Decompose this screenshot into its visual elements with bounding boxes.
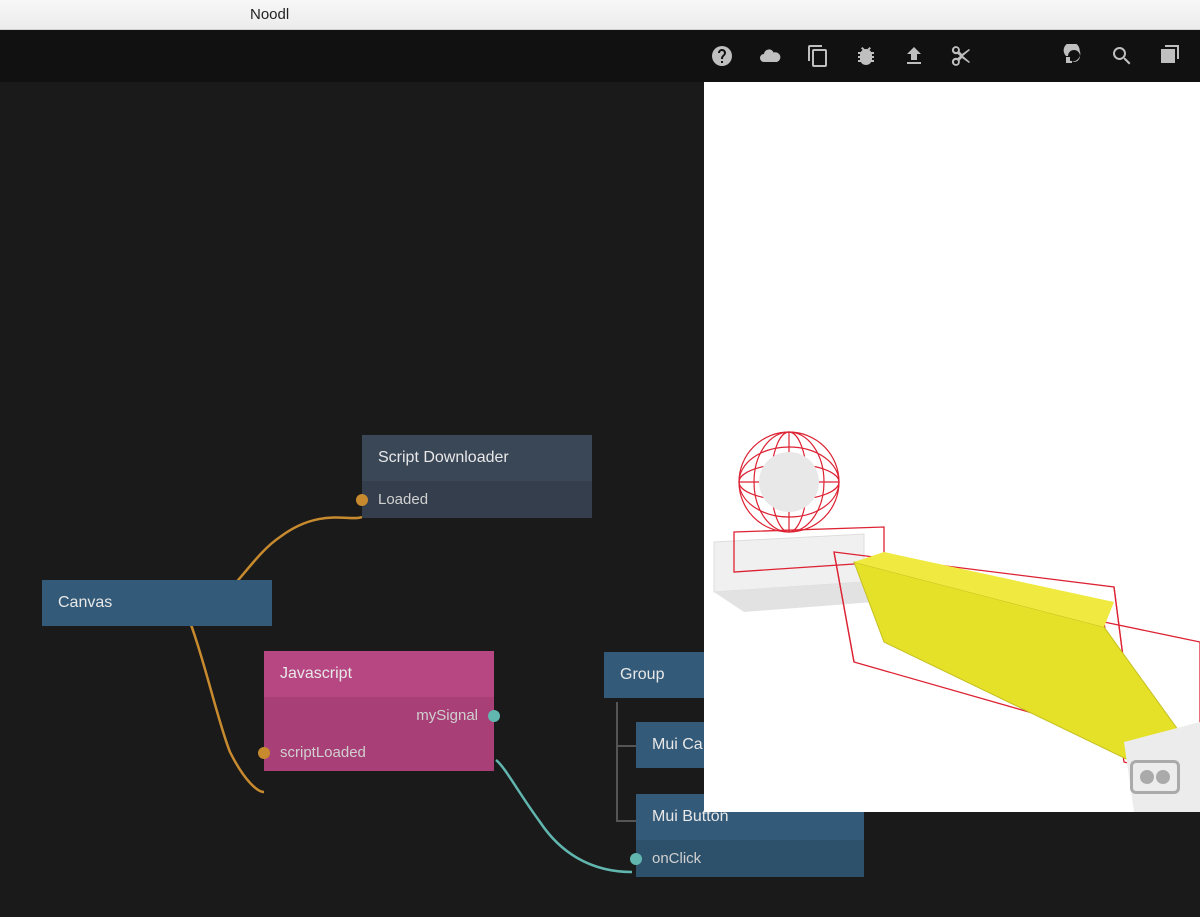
- port-dot-icon: [356, 494, 368, 506]
- duplicate-icon[interactable]: [1158, 44, 1182, 68]
- port-mysignal[interactable]: mySignal: [264, 697, 494, 734]
- copy-icon[interactable]: [806, 44, 830, 68]
- preview-3d-scene: [704, 82, 1200, 812]
- port-dot-icon: [258, 747, 270, 759]
- node-javascript[interactable]: Javascript mySignal scriptLoaded: [264, 651, 494, 771]
- upload-icon[interactable]: [902, 44, 926, 68]
- help-icon[interactable]: [710, 44, 734, 68]
- top-toolbar: [0, 30, 1200, 82]
- refresh-icon[interactable]: [1062, 44, 1086, 68]
- node-script-downloader[interactable]: Script Downloader Loaded: [362, 435, 592, 518]
- node-canvas[interactable]: Canvas: [42, 580, 272, 626]
- tree-line-icon: [616, 702, 638, 822]
- port-onclick[interactable]: onClick: [636, 840, 864, 877]
- vr-toggle-icon[interactable]: [1130, 760, 1180, 794]
- workspace: Canvas Script Downloader Loaded Javascri…: [0, 82, 1200, 917]
- node-title: Script Downloader: [362, 435, 592, 481]
- window-titlebar: Noodl: [0, 0, 1200, 30]
- preview-panel[interactable]: [704, 82, 1200, 812]
- port-dot-icon: [630, 853, 642, 865]
- search-icon[interactable]: [1110, 44, 1134, 68]
- port-loaded[interactable]: Loaded: [362, 481, 592, 518]
- node-title: Canvas: [42, 580, 272, 626]
- port-dot-icon: [488, 710, 500, 722]
- app-title: Noodl: [250, 6, 289, 23]
- node-title: Javascript: [264, 651, 494, 697]
- cut-icon[interactable]: [950, 44, 974, 68]
- bug-icon[interactable]: [854, 44, 878, 68]
- port-scriptloaded[interactable]: scriptLoaded: [264, 734, 494, 771]
- cloud-icon[interactable]: [758, 44, 782, 68]
